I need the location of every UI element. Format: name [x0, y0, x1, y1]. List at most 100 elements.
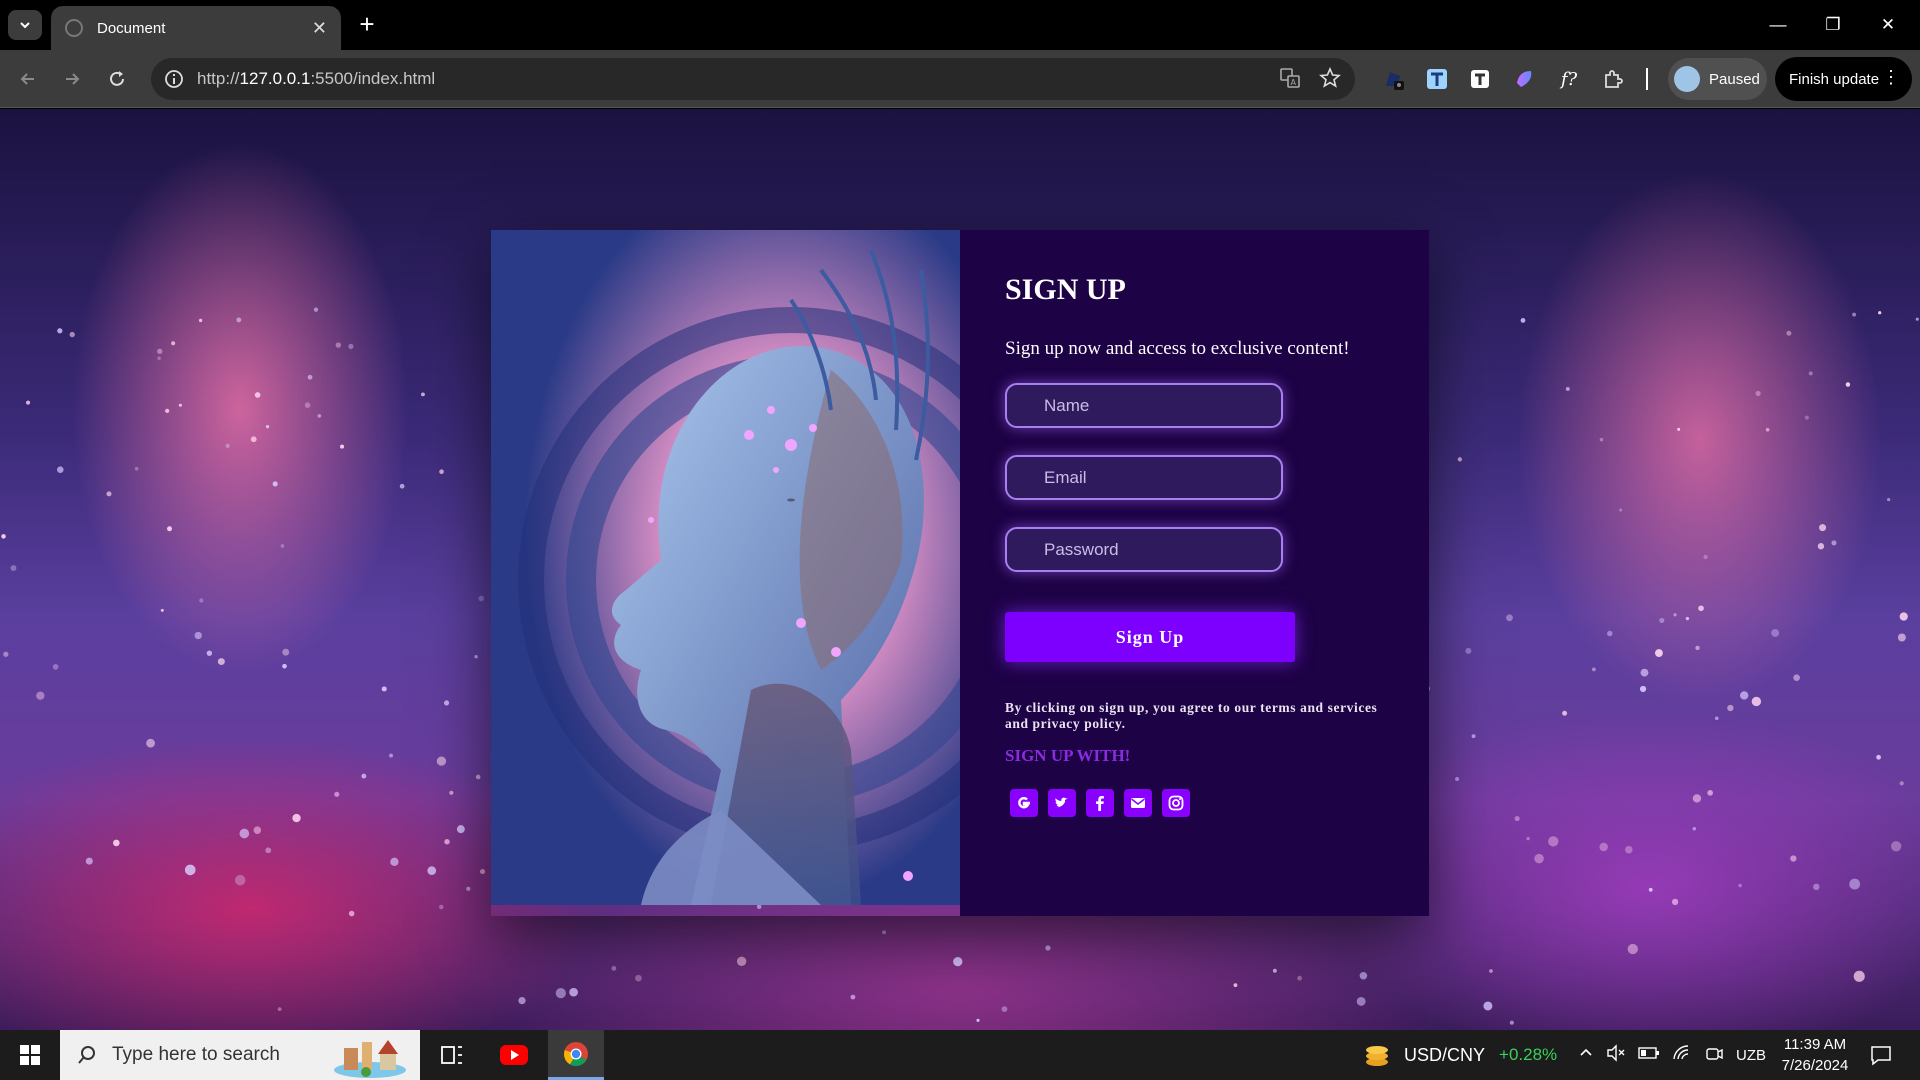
- background-particle: [421, 392, 425, 397]
- finish-update-button[interactable]: Finish update ⋮: [1775, 57, 1912, 101]
- signup-form: SIGN UP Sign up now and access to exclus…: [960, 230, 1429, 916]
- battery-icon[interactable]: [1638, 1045, 1660, 1065]
- background-particle: [1677, 427, 1681, 431]
- background-particle: [1640, 668, 1649, 677]
- start-button[interactable]: [0, 1030, 60, 1080]
- url-path: :5500/index.html: [310, 69, 436, 88]
- background-particle: [113, 839, 120, 847]
- menu-dots-icon[interactable]: ⋮: [1882, 67, 1900, 88]
- reload-button[interactable]: [100, 62, 134, 96]
- facebook-icon[interactable]: [1086, 789, 1114, 817]
- browser-toolbar: http://127.0.0.1:5500/index.html A f? Pa…: [0, 50, 1920, 108]
- background-particle: [335, 342, 342, 348]
- background-particle: [439, 469, 444, 475]
- background-particle: [1714, 716, 1719, 721]
- background-particle: [1619, 508, 1623, 512]
- background-particle: [265, 847, 272, 854]
- extension-icon-2[interactable]: [1422, 64, 1452, 94]
- extension-icon-5[interactable]: f?: [1554, 64, 1584, 94]
- background-particle: [1639, 685, 1647, 693]
- tab-document[interactable]: Document ✕: [51, 6, 341, 50]
- background-particle: [1509, 1020, 1514, 1025]
- background-particle: [1897, 633, 1906, 642]
- background-particle: [1548, 836, 1559, 847]
- background-particle: [1786, 330, 1792, 336]
- bookmark-star-icon[interactable]: [1319, 66, 1341, 94]
- background-particle: [85, 857, 93, 865]
- tab-strip: Document ✕ + — ❐ ✕: [0, 0, 1920, 50]
- background-particle: [1599, 437, 1604, 442]
- email-icon[interactable]: [1124, 789, 1152, 817]
- background-particle: [57, 328, 63, 334]
- twitter-icon[interactable]: [1048, 789, 1076, 817]
- chrome-taskbar-button[interactable]: [548, 1030, 604, 1080]
- signup-title: SIGN UP: [1005, 273, 1126, 306]
- clock-date: 7/26/2024: [1781, 1057, 1849, 1074]
- background-particle: [439, 904, 444, 910]
- signup-button[interactable]: Sign Up: [1005, 612, 1295, 662]
- forward-button[interactable]: [55, 62, 89, 96]
- background-particle: [106, 491, 112, 497]
- site-info-icon[interactable]: [163, 68, 185, 90]
- background-particle: [1804, 415, 1809, 420]
- profile-button[interactable]: Paused: [1668, 58, 1767, 100]
- background-particle: [850, 994, 856, 1000]
- volume-muted-icon[interactable]: [1606, 1044, 1626, 1066]
- meet-now-icon[interactable]: [1704, 1044, 1724, 1066]
- new-tab-button[interactable]: +: [352, 10, 382, 40]
- wifi-icon[interactable]: [1672, 1044, 1692, 1066]
- close-tab-icon[interactable]: ✕: [312, 18, 327, 39]
- background-particle: [1659, 617, 1665, 624]
- back-button[interactable]: [11, 62, 45, 96]
- background-particle: [1771, 628, 1780, 637]
- language-indicator[interactable]: UZB: [1736, 1047, 1766, 1064]
- translate-icon[interactable]: A: [1279, 67, 1301, 94]
- background-particle: [178, 403, 182, 407]
- extension-icon-3[interactable]: [1465, 64, 1495, 94]
- background-particle: [348, 343, 354, 350]
- taskbar-search-box[interactable]: Type here to search: [60, 1030, 420, 1080]
- forward-arrow-icon: [66, 73, 80, 85]
- restore-button[interactable]: ❐: [1811, 8, 1855, 42]
- background-particle: [1359, 971, 1368, 980]
- globe-icon: [65, 19, 83, 37]
- background-particle: [882, 930, 887, 935]
- background-particle: [1673, 613, 1677, 617]
- currency-widget[interactable]: USD/CNY +0.28%: [1362, 1030, 1557, 1080]
- search-placeholder: Type here to search: [112, 1044, 280, 1065]
- background-particle: [56, 466, 64, 473]
- close-window-button[interactable]: ✕: [1866, 8, 1910, 42]
- background-particle: [265, 424, 270, 429]
- minimize-button[interactable]: —: [1756, 8, 1800, 42]
- task-view-button[interactable]: [424, 1030, 480, 1080]
- robot-woman-image: [491, 230, 961, 905]
- chevron-up-icon[interactable]: [1578, 1045, 1594, 1065]
- extensions-puzzle-icon[interactable]: [1598, 64, 1628, 94]
- svg-text:A: A: [1291, 78, 1297, 87]
- background-particle: [206, 650, 213, 656]
- tab-search-button[interactable]: [8, 10, 42, 40]
- password-input[interactable]: [1005, 527, 1283, 572]
- background-particle: [474, 655, 478, 659]
- extension-icon-4[interactable]: [1510, 64, 1540, 94]
- chrome-icon: [564, 1041, 588, 1066]
- notification-center-button[interactable]: [1866, 1040, 1896, 1070]
- background-particle: [1627, 943, 1638, 955]
- social-buttons: [1010, 789, 1190, 817]
- background-particle: [234, 874, 246, 886]
- background-particle: [160, 608, 164, 612]
- background-particle: [36, 691, 45, 700]
- background-particle: [10, 565, 17, 572]
- address-bar[interactable]: http://127.0.0.1:5500/index.html A: [151, 58, 1355, 100]
- email-input[interactable]: [1005, 455, 1283, 500]
- name-input[interactable]: [1005, 383, 1283, 428]
- google-icon[interactable]: [1010, 789, 1038, 817]
- system-clock[interactable]: 11:39 AM 7/26/2024: [1770, 1034, 1860, 1076]
- instagram-icon[interactable]: [1162, 789, 1190, 817]
- background-particle: [1698, 605, 1704, 612]
- background-particle: [1845, 382, 1851, 387]
- extension-icon-1[interactable]: [1378, 64, 1408, 94]
- background-particle: [427, 866, 437, 876]
- youtube-taskbar-button[interactable]: [486, 1030, 542, 1080]
- background-particle: [134, 466, 139, 471]
